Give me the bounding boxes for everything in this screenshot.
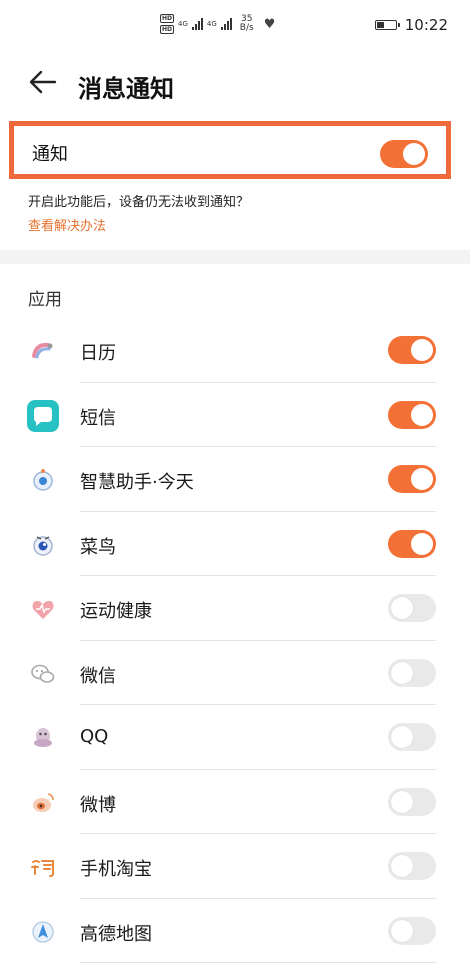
solution-link[interactable]: 查看解决办法 xyxy=(28,215,106,234)
section-divider xyxy=(0,250,470,264)
app-name: 日历 xyxy=(80,343,116,364)
app-name: 微信 xyxy=(80,665,116,687)
calendar-icon xyxy=(26,334,60,368)
app-row-taobao[interactable]: 手机淘宝 xyxy=(0,834,470,899)
network-type: 4G xyxy=(178,20,188,28)
page-title: 消息通知 xyxy=(78,75,174,103)
app-toggle-amap[interactable] xyxy=(388,916,436,945)
messages-icon xyxy=(26,399,60,433)
network-indicators: HD HD 4G 4G 35 B/s ♥ xyxy=(160,14,275,34)
app-name: 菜鸟 xyxy=(80,536,116,558)
app-toggle-assistant[interactable] xyxy=(388,465,436,493)
battery-icon xyxy=(374,20,400,30)
amap-icon xyxy=(26,915,60,949)
app-row-calendar[interactable]: 日历 xyxy=(0,318,470,383)
app-toggle-qq[interactable] xyxy=(388,723,436,751)
app-toggle-calendar[interactable] xyxy=(388,336,436,364)
app-name: QQ xyxy=(80,726,109,747)
clock: 10:22 xyxy=(404,16,448,34)
app-name: 微博 xyxy=(80,794,116,816)
signal-icon xyxy=(220,18,232,30)
app-row-messages[interactable]: 短信 xyxy=(0,383,470,447)
app-toggle-wechat[interactable] xyxy=(388,658,436,687)
network-type: 4G xyxy=(206,20,217,28)
app-row-assistant[interactable]: 智慧助手·今天 xyxy=(0,447,470,512)
app-toggle-taobao[interactable] xyxy=(388,852,436,880)
heart-icon: ♥ xyxy=(263,16,276,32)
assistant-icon xyxy=(26,463,60,497)
qq-icon xyxy=(26,721,60,755)
app-name: 运动健康 xyxy=(80,601,152,622)
app-list: 日历 短信 智慧助手·今天 菜鸟 运动健康 微信 QQ 微博 手机淘宝 高德地图 xyxy=(0,318,470,963)
app-name: 短信 xyxy=(80,407,116,429)
app-toggle-weibo[interactable] xyxy=(388,787,436,816)
app-row-wechat[interactable]: 微信 xyxy=(0,641,470,705)
row-divider xyxy=(80,962,436,963)
weibo-icon xyxy=(26,786,60,820)
app-name: 智慧助手·今天 xyxy=(80,472,194,493)
signal-icon xyxy=(191,18,203,30)
notification-master-row[interactable]: 通知 xyxy=(9,121,451,179)
notification-master-toggle[interactable] xyxy=(380,140,428,168)
hd-badge: HD xyxy=(160,25,175,34)
cainiao-icon xyxy=(26,528,60,562)
network-speed: 35 B/s xyxy=(239,14,254,33)
section-title-apps: 应用 xyxy=(28,290,62,310)
app-toggle-cainiao[interactable] xyxy=(388,529,436,558)
header: 消息通知 xyxy=(0,55,470,115)
hd-badge: HD xyxy=(160,14,175,23)
back-arrow-icon[interactable] xyxy=(28,67,58,97)
app-name: 手机淘宝 xyxy=(80,859,152,880)
app-toggle-health[interactable] xyxy=(388,594,436,622)
app-name: 高德地图 xyxy=(80,923,152,945)
status-right: 10:22 xyxy=(374,16,448,34)
wechat-icon xyxy=(26,657,60,691)
app-toggle-messages[interactable] xyxy=(388,400,436,429)
status-bar: HD HD 4G 4G 35 B/s ♥ 10:22 xyxy=(0,0,470,50)
app-row-weibo[interactable]: 微博 xyxy=(0,770,470,834)
taobao-icon xyxy=(26,850,60,884)
app-row-amap[interactable]: 高德地图 xyxy=(0,899,470,963)
app-row-qq[interactable]: QQ xyxy=(0,705,470,770)
health-icon xyxy=(26,592,60,626)
hint-text: 开启此功能后，设备仍无法收到通知？ xyxy=(28,195,250,210)
app-row-health[interactable]: 运动健康 xyxy=(0,576,470,641)
app-row-cainiao[interactable]: 菜鸟 xyxy=(0,512,470,576)
notification-label: 通知 xyxy=(32,144,68,165)
